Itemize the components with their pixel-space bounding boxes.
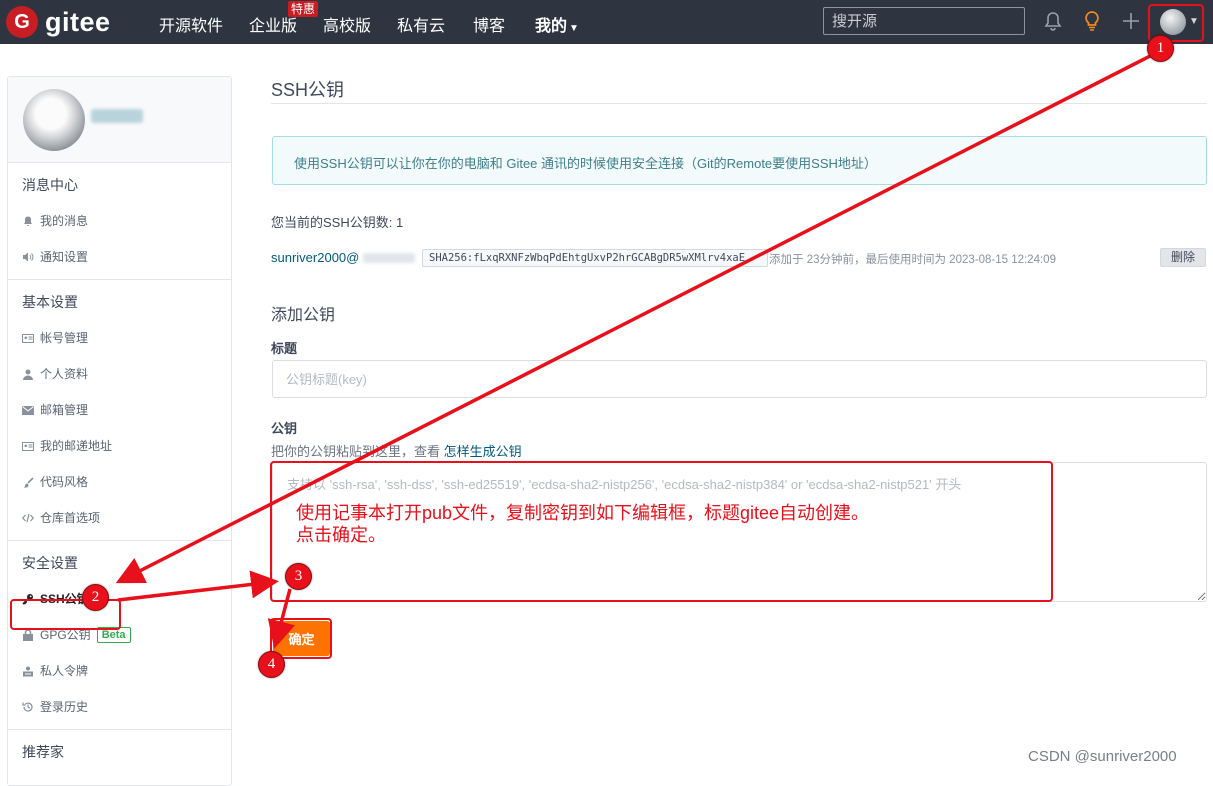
arrow-step2-to-step3 (117, 570, 279, 602)
watermark: CSDN @sunriver2000 (1028, 748, 1177, 765)
annotation-arrows (115, 50, 1159, 649)
step-marker-3: 3 (285, 563, 312, 590)
annotation-note-line2: 点击确定。 (296, 525, 386, 545)
arrow-step3-to-step4 (267, 588, 295, 649)
annotation-note-line1: 使用记事本打开pub文件，复制密钥到如下编辑框，标题gitee自动创建。 (296, 503, 870, 523)
annotation-note: 使用记事本打开pub文件，复制密钥到如下编辑框，标题gitee自动创建。 点击确… (296, 502, 869, 546)
step-marker-1: 1 (1147, 35, 1174, 62)
arrow-step1-to-step2 (115, 50, 1159, 584)
step-marker-4: 4 (258, 651, 285, 678)
step-marker-2: 2 (82, 584, 109, 611)
